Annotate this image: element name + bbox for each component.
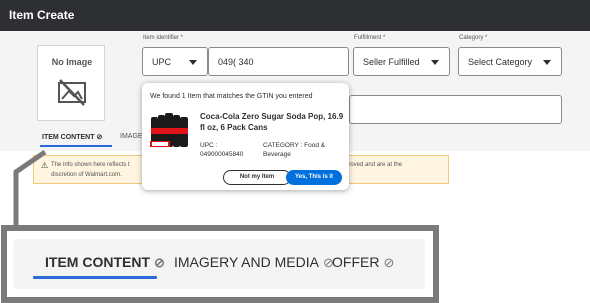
item-name-input[interactable]: [349, 95, 562, 124]
no-image-icon: [58, 79, 86, 106]
zoom-tab-offer[interactable]: OFFER ⊘: [332, 254, 394, 271]
fulfillment-value: Seller Fulfilled: [363, 57, 420, 67]
check-circle-icon: ⊘: [154, 255, 165, 270]
notice-line-2: discretion of Walmart.com.: [51, 172, 122, 178]
category-meta-label: CATEGORY : Food &: [263, 142, 326, 149]
identifier-type-value: UPC: [152, 57, 172, 67]
tab-imagery[interactable]: IMAGE: [120, 133, 143, 140]
gtin-match-popup: We found 1 Item that matches the GTIN yo…: [142, 83, 349, 190]
product-name: Coca-Cola Zero Sugar Soda Pop, 16.9 fl o…: [200, 112, 344, 132]
tab-item-content[interactable]: ITEM CONTENT ⊘: [42, 134, 102, 141]
item-identifier-label: Item identifier *: [143, 35, 184, 41]
top-bar: Item Create: [0, 0, 590, 31]
zoomed-tabs-panel: ITEM CONTENT ⊘ IMAGERY AND MEDIA ⊘ OFFER ⊘: [1, 225, 439, 303]
chevron-down-icon: [543, 60, 551, 65]
upc-value: 049000045840: [200, 151, 244, 158]
active-tab-underline: [40, 145, 112, 147]
zoom-tab-imagery-media-label: IMAGERY AND MEDIA: [174, 254, 319, 270]
no-image-label: No Image: [51, 57, 93, 67]
image-placeholder[interactable]: No Image: [37, 45, 105, 121]
zoom-active-tab-underline: [33, 276, 157, 279]
match-message: We found 1 Item that matches the GTIN yo…: [150, 93, 313, 100]
zoom-tab-item-content[interactable]: ITEM CONTENT ⊘: [45, 254, 165, 271]
category-label: Category *: [459, 35, 488, 41]
notice-line-1: The info shown here reflects t: [51, 162, 130, 168]
product-image: [150, 113, 188, 147]
chevron-down-icon: [189, 60, 197, 65]
fulfillment-label: Fulfillment *: [354, 35, 386, 41]
category-select[interactable]: Select Category: [458, 47, 562, 76]
zoom-tab-imagery-media[interactable]: IMAGERY AND MEDIA ⊘: [174, 254, 334, 271]
tabs-small: ITEM CONTENT ⊘ IMAGE: [40, 133, 143, 147]
page-title: Item Create: [9, 8, 75, 22]
identifier-input[interactable]: 049( 340: [208, 47, 349, 76]
fulfillment-select[interactable]: Seller Fulfilled: [353, 47, 450, 76]
category-value: Select Category: [468, 57, 533, 67]
zoom-tab-item-content-label: ITEM CONTENT: [45, 254, 150, 270]
not-my-item-button[interactable]: Not my Item: [223, 170, 291, 185]
category-meta-value: Beverage: [263, 151, 291, 158]
upc-label: UPC :: [200, 142, 218, 149]
identifier-type-select[interactable]: UPC: [142, 47, 208, 76]
chevron-down-icon: [431, 60, 439, 65]
zoom-tab-offer-label: OFFER: [332, 254, 380, 270]
check-circle-icon: ⊘: [383, 255, 395, 270]
yes-this-is-it-button[interactable]: Yes, This is it: [286, 170, 342, 185]
identifier-value: 049( 340: [218, 57, 254, 67]
